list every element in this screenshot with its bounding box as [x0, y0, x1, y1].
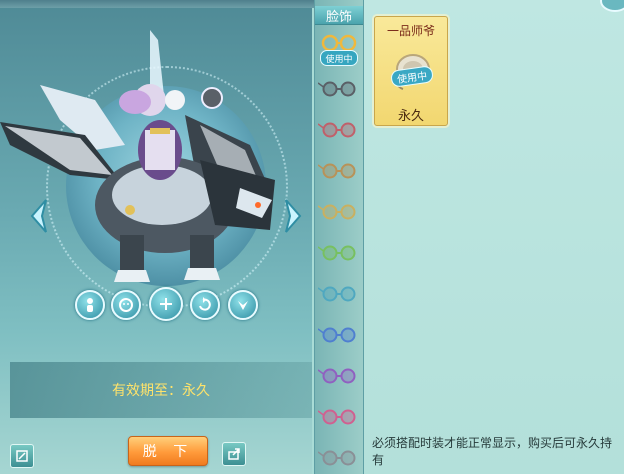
validity-bar: 有效期至：永久	[10, 362, 312, 418]
active-badge: 使用中	[320, 50, 358, 66]
wardrobe-window: 有效期至：永久 脱 下 脸饰 使用中 一品师爷 使用中 永久 必须搭配时装才能正…	[0, 0, 624, 474]
mount-character-illustration[interactable]	[0, 30, 312, 290]
item-name: 一品师爷	[386, 24, 435, 38]
rotate-left-arrow-icon[interactable]	[28, 196, 50, 236]
rotate-right-arrow-icon[interactable]	[282, 196, 304, 236]
rotate-icon[interactable]	[190, 290, 220, 320]
glasses-icon[interactable]	[318, 119, 358, 141]
item-card[interactable]: 一品师爷 使用中 永久	[374, 16, 448, 126]
glasses-icon[interactable]	[318, 201, 358, 223]
tab-face-decoration[interactable]: 脸饰	[315, 6, 363, 25]
glasses-icon[interactable]	[318, 447, 358, 469]
edit-icon[interactable]	[10, 444, 34, 468]
share-icon[interactable]	[222, 442, 246, 466]
glasses-icon[interactable]	[318, 365, 358, 387]
glasses-icon[interactable]	[318, 160, 358, 182]
plus-icon[interactable]	[149, 287, 183, 321]
validity-text: 有效期至：永久	[112, 383, 210, 399]
glasses-icon[interactable]	[318, 283, 358, 305]
wings-icon[interactable]	[228, 290, 258, 320]
glasses-icon[interactable]	[318, 242, 358, 264]
unequip-button[interactable]: 脱 下	[128, 436, 208, 466]
glasses-icon[interactable]	[318, 406, 358, 428]
person-icon[interactable]	[75, 290, 105, 320]
category-column: 脸饰	[314, 0, 364, 474]
item-note: 必须搭配时装才能正常显示，购买后可永久持有	[372, 436, 613, 467]
glasses-icon[interactable]	[318, 78, 358, 100]
glasses-icon[interactable]	[318, 324, 358, 346]
item-duration: 永久	[397, 109, 424, 124]
emote-icon[interactable]	[111, 290, 141, 320]
